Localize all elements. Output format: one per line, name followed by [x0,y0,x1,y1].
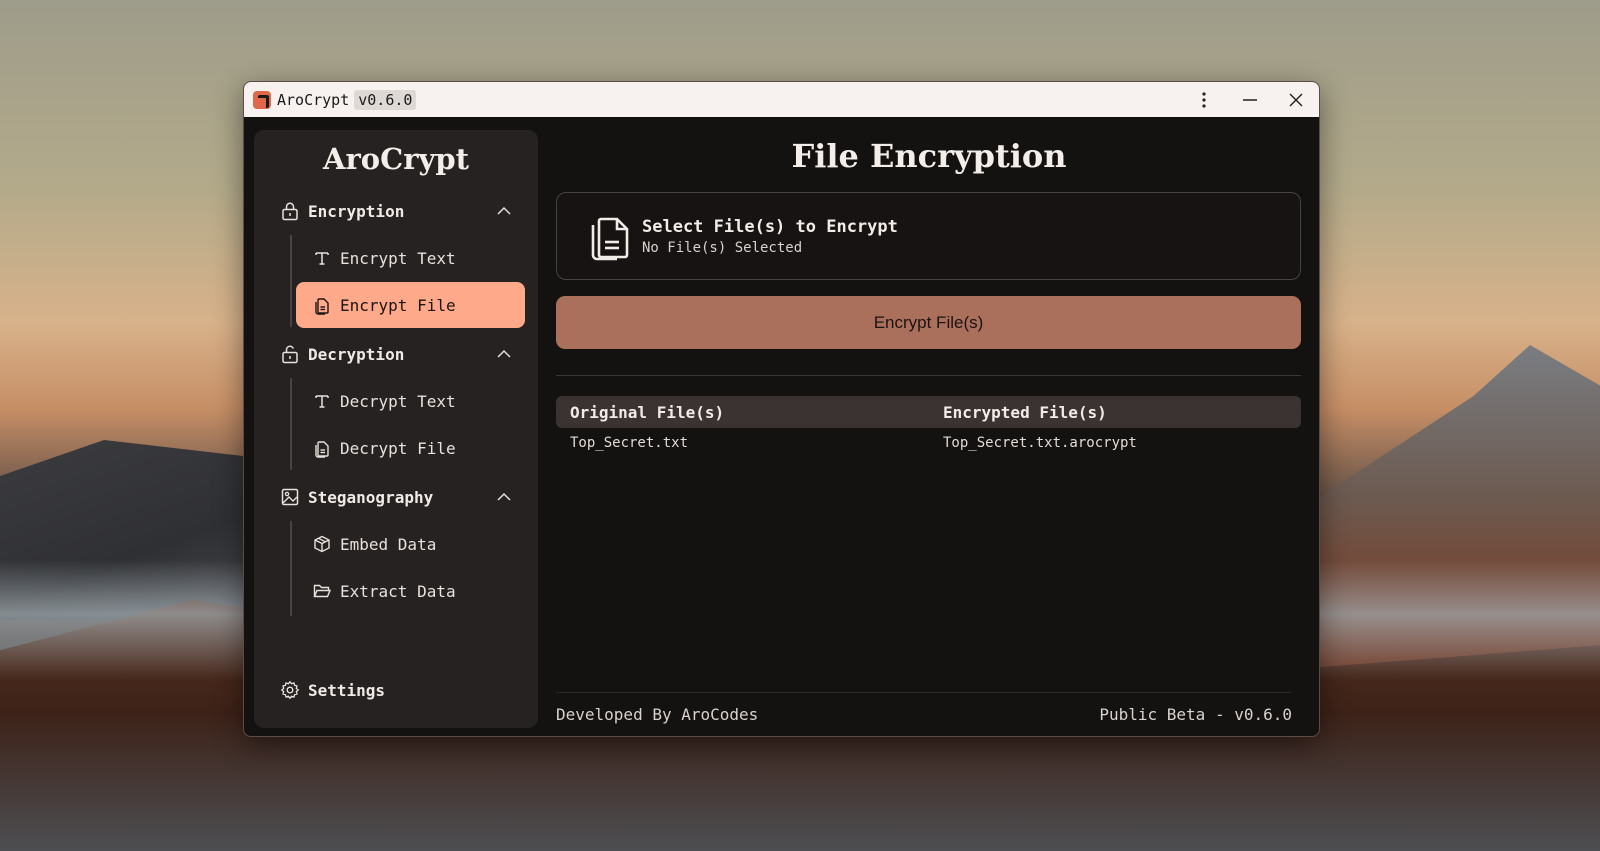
section-encryption[interactable]: Encryption [280,198,512,224]
files-table-header: Original File(s) Encrypted File(s) [556,396,1301,428]
sidebar-item-encrypt-text[interactable]: Encrypt Text [296,235,525,281]
minimize-button[interactable] [1227,82,1273,117]
encrypted-file-cell: Top_Secret.txt.arocrypt [943,435,1137,451]
footer-version: Public Beta - v0.6.0 [1099,705,1292,724]
sidebar-item-encrypt-file[interactable]: Encrypt File [296,282,525,328]
column-header-encrypted: Encrypted File(s) [943,403,1107,422]
close-icon [1289,93,1303,106]
sidebar-item-extract-data[interactable]: Extract Data [296,568,525,614]
section-label: Decryption [308,344,405,364]
table-row[interactable]: Top_Secret.txt Top_Secret.txt.arocrypt [556,433,1301,455]
chevron-up-icon[interactable] [496,489,512,505]
column-header-original: Original File(s) [570,403,725,422]
text-icon [315,252,329,265]
main-content: File Encryption Select File(s) to Encryp… [556,117,1302,736]
app-logo-icon [253,90,271,109]
tree-line [290,378,292,470]
sidebar-item-label: Encrypt File [340,295,456,315]
more-options-button[interactable] [1181,82,1227,117]
page-title: File Encryption [791,137,1067,175]
select-files-card[interactable]: Select File(s) to Encrypt No File(s) Sel… [556,192,1301,280]
select-files-status: No File(s) Selected [642,240,803,256]
app-window: AroCrypt v0.6.0 AroCrypt Encryption Encr… [243,81,1320,737]
section-label: Steganography [308,487,434,507]
image-icon [281,488,299,506]
folder-open-icon [313,584,332,598]
unlock-icon [282,345,298,364]
sidebar-item-embed-data[interactable]: Embed Data [296,521,525,567]
sidebar-item-label: Decrypt File [340,438,456,458]
window-title: AroCrypt [277,90,350,109]
tree-line [290,235,292,327]
encrypt-files-button[interactable]: Encrypt File(s) [556,296,1301,349]
box-icon [314,535,330,553]
gear-icon [280,680,300,700]
sidebar-brand: AroCrypt [322,142,469,176]
section-decryption[interactable]: Decryption [280,341,512,367]
divider [556,375,1301,376]
files-icon [591,217,629,261]
chevron-up-icon[interactable] [496,203,512,219]
sidebar-item-label: Embed Data [340,534,437,554]
sidebar-item-decrypt-text[interactable]: Decrypt Text [296,378,525,424]
sidebar-item-label: Encrypt Text [340,248,456,268]
select-files-title: Select File(s) to Encrypt [642,217,898,237]
more-vertical-icon [1202,91,1206,108]
text-icon [315,395,329,408]
footer-divider [556,692,1291,693]
footer-credit: Developed By AroCodes [556,705,759,724]
settings-label: Settings [308,680,386,700]
sidebar-item-label: Decrypt Text [340,391,456,411]
minimize-icon [1243,98,1257,101]
section-steganography[interactable]: Steganography [280,484,512,510]
file-icon [315,441,329,458]
tree-line [290,521,292,616]
sidebar-item-decrypt-file[interactable]: Decrypt File [296,425,525,471]
lock-icon [282,202,298,221]
file-icon [315,298,329,315]
version-badge: v0.6.0 [354,89,417,110]
section-label: Encryption [308,201,405,221]
close-button[interactable] [1273,82,1319,117]
settings-button[interactable]: Settings [280,680,385,700]
original-file-cell: Top_Secret.txt [570,435,689,451]
title-bar[interactable]: AroCrypt v0.6.0 [244,82,1319,117]
sidebar: AroCrypt Encryption Encrypt Text Encrypt… [254,130,538,728]
sidebar-item-label: Extract Data [340,581,456,601]
chevron-up-icon[interactable] [496,346,512,362]
